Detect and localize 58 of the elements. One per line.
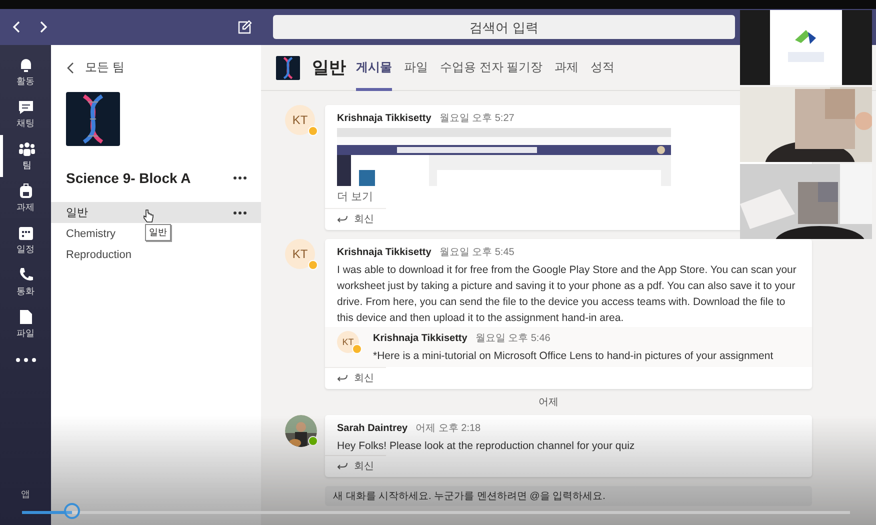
chevron-icon	[67, 62, 75, 74]
channel-tab[interactable]: 수업용 전자 필기장	[440, 44, 543, 90]
more-icon[interactable]	[14, 357, 36, 363]
channel-tab[interactable]: 파일	[404, 44, 428, 90]
author-name: Krishnaja Tikkisetty	[373, 333, 468, 344]
reply-arrow-icon	[337, 374, 348, 382]
rail-tab[interactable]: 과제	[0, 177, 51, 219]
rail-tab[interactable]: 채팅	[0, 93, 51, 135]
team-name: Science 9- Block A	[66, 170, 191, 186]
apps-tab[interactable]: 앱	[0, 487, 51, 525]
timestamp: 월요일 오후 5:27	[439, 112, 514, 125]
channel-item[interactable]: 일반	[51, 202, 261, 223]
see-more-link[interactable]: 더 보기	[337, 186, 374, 207]
dna-logo-icon	[66, 92, 120, 146]
timestamp: 월요일 오후 5:45	[439, 246, 514, 259]
reply-button[interactable]: 회신	[325, 455, 386, 477]
channel-item[interactable]: Chemistry	[66, 228, 116, 240]
channel-tab[interactable]: 과제	[554, 44, 579, 90]
message-text: I was able to download it for free from the Google Play Store and the App Store. You can scan your worksheet just by taking a picture and saving it to your phone as a pdf. You can also save it to your drive. From here, you can send the file to the device you access teams with. Download the file to this device and then upload it to the assignment hand-in area.	[337, 263, 798, 326]
search-field[interactable]: 검색어 입력	[273, 15, 735, 39]
date-divider: 어제	[538, 396, 558, 409]
avatar: KT	[285, 239, 315, 269]
timestamp: 월요일 오후 5:46	[475, 332, 550, 345]
channel-tooltip: 일반	[145, 224, 171, 241]
more-options-icon[interactable]	[233, 176, 247, 180]
message-field[interactable]: 새 대화를 시작하세요. 누군가를 멘션하려면 @을 입력하세요.	[325, 486, 812, 506]
reply-arrow-icon	[337, 462, 348, 470]
dna-logo-icon	[276, 56, 300, 80]
reply-arrow-icon	[337, 215, 348, 223]
channel-tab[interactable]: 게시물	[356, 44, 392, 90]
chat-icon	[18, 98, 34, 114]
rail-tab[interactable]: 일정	[0, 219, 51, 261]
hand-cursor-icon	[143, 209, 154, 223]
rail-tab[interactable]: 활동	[0, 51, 51, 93]
compose-icon[interactable]	[238, 20, 252, 34]
author-name: Sarah Daintrey	[337, 423, 408, 434]
backpack-icon	[18, 182, 34, 198]
reply-button[interactable]: 회신	[325, 208, 386, 230]
channel-item[interactable]: Reproduction	[66, 248, 132, 260]
rail-tab[interactable]: 통화	[0, 261, 51, 303]
channel-tab[interactable]: 성적	[590, 44, 615, 90]
phone-icon	[18, 266, 34, 282]
message-text: Hey Folks! Please look at the reproduction channel for your quiz	[337, 439, 636, 454]
rail-tab[interactable]: 파일	[0, 303, 51, 345]
file-icon	[18, 308, 32, 324]
all-teams-link[interactable]: 모든 팀	[67, 59, 124, 76]
reply-button[interactable]: 회신	[325, 367, 386, 389]
calendar-icon	[18, 224, 34, 240]
channel-title: 일반	[312, 57, 346, 79]
timestamp: 어제 오후 2:18	[416, 422, 481, 435]
author-name: Krishnaja Tikkisetty	[337, 113, 432, 124]
avatar: KT	[337, 331, 359, 353]
author-name: Krishnaja Tikkisetty	[337, 247, 432, 258]
progress-thumb[interactable]	[64, 503, 80, 519]
people-icon	[18, 140, 36, 156]
avatar: KT	[285, 105, 315, 135]
message-text: *Here is a mini-tutorial on Microsoft Office Lens to hand-in pictures of your assignment	[373, 349, 774, 364]
more-options-icon[interactable]	[233, 210, 247, 214]
